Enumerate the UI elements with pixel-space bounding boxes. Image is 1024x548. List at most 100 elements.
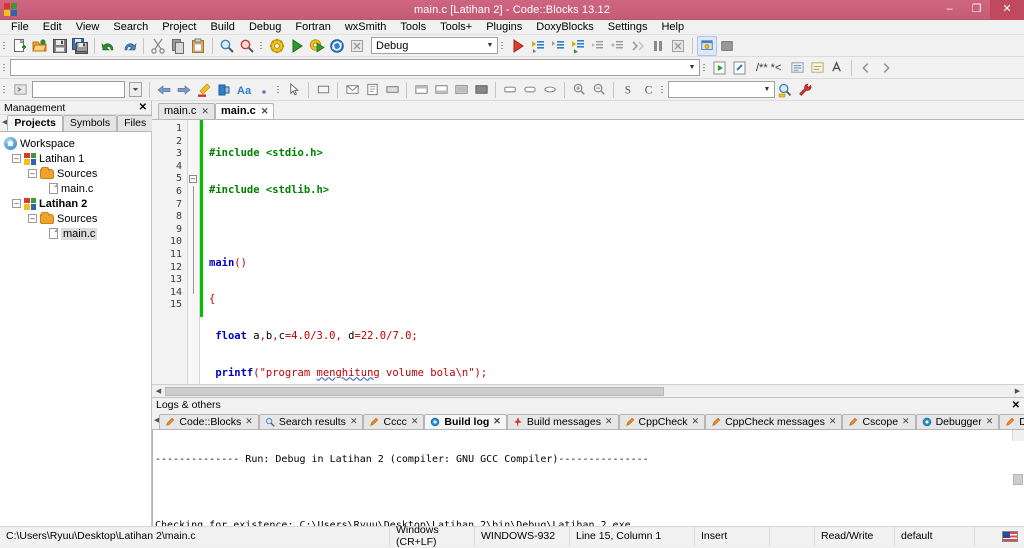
wxsmith-box1-button[interactable]: [382, 80, 402, 100]
scroll-thumb[interactable]: [165, 386, 665, 396]
close-icon[interactable]: ✕: [986, 416, 994, 427]
menu-settings[interactable]: Settings: [601, 20, 655, 35]
log-tab-search-results[interactable]: Search results ✕: [258, 414, 364, 429]
log-tab-cccc[interactable]: Cccc ✕: [363, 414, 425, 429]
project-tree[interactable]: Workspace – Latihan 1 – Sources main.c –: [0, 131, 151, 526]
paste-button[interactable]: [188, 36, 208, 56]
tree-node-project-2[interactable]: – Latihan 2: [4, 196, 151, 211]
menu-search[interactable]: Search: [106, 20, 155, 35]
wxsmith-frame-button[interactable]: [362, 80, 382, 100]
log-tab-codeblocks[interactable]: Code::Blocks ✕: [159, 414, 259, 429]
open-file-button[interactable]: [30, 36, 50, 56]
menu-view[interactable]: View: [69, 20, 107, 35]
close-icon[interactable]: ✕: [902, 416, 910, 427]
build-and-run-button[interactable]: [307, 36, 327, 56]
editor-content[interactable]: 1 2 3 4 5 6 7 8 9 10 11 12 13 14 15 – #i…: [152, 120, 1024, 384]
menu-tools-plus[interactable]: Tools+: [433, 20, 479, 35]
collapse-icon[interactable]: –: [12, 199, 21, 208]
tree-node-sources-1[interactable]: – Sources: [4, 166, 151, 181]
log-tab-cppcheck[interactable]: CppCheck ✕: [618, 414, 706, 429]
close-icon[interactable]: ✕: [1012, 400, 1020, 411]
shape-round-button[interactable]: [520, 80, 540, 100]
toolbar-grip-6[interactable]: [2, 81, 8, 98]
tab-symbols[interactable]: Symbols: [62, 115, 118, 131]
close-icon[interactable]: ✕: [692, 416, 700, 427]
toolbar-grip[interactable]: [2, 37, 8, 54]
doxy-block-comment-button[interactable]: [787, 58, 807, 78]
rebuild-button[interactable]: [327, 36, 347, 56]
doxy-prev-button[interactable]: [856, 58, 876, 78]
close-icon[interactable]: ✕: [245, 416, 253, 427]
doxy-line-comment-button[interactable]: [807, 58, 827, 78]
abort-build-button[interactable]: [347, 36, 367, 56]
debug-continue-button[interactable]: [508, 36, 528, 56]
tree-node-workspace[interactable]: Workspace: [4, 136, 151, 151]
editor-tab-2[interactable]: main.c ✕: [214, 103, 275, 119]
log-tab-cppcheck-messages[interactable]: CppCheck messages ✕: [705, 414, 843, 429]
zoom-out-button[interactable]: [589, 80, 609, 100]
log-tab-cscope[interactable]: Cscope ✕: [842, 414, 916, 429]
run-button[interactable]: [287, 36, 307, 56]
scroll-track[interactable]: [165, 385, 1011, 397]
menu-tools[interactable]: Tools: [393, 20, 433, 35]
search-input[interactable]: [32, 81, 125, 98]
toolbar-grip-7[interactable]: [276, 81, 282, 98]
close-icon[interactable]: ✕: [829, 416, 837, 427]
toolbar-grip-2[interactable]: [259, 37, 265, 54]
cscope-search-button[interactable]: [775, 80, 795, 100]
step-out-button[interactable]: [588, 36, 608, 56]
menu-project[interactable]: Project: [155, 20, 203, 35]
misc-dot-button[interactable]: [254, 80, 274, 100]
doxy-format-button[interactable]: [827, 58, 847, 78]
tab-projects[interactable]: Projects: [7, 115, 63, 131]
wxsmith-dialog-button[interactable]: [342, 80, 362, 100]
layout-box-b-button[interactable]: [431, 80, 451, 100]
doxyblocks-extract-button[interactable]: [710, 58, 730, 78]
editor-tab-1[interactable]: main.c ✕: [158, 103, 215, 119]
close-button[interactable]: ✕: [990, 0, 1024, 20]
scroll-left-icon[interactable]: ◀: [152, 387, 165, 395]
step-instruction-button[interactable]: [628, 36, 648, 56]
build-target-combo[interactable]: Debug ▼: [371, 37, 498, 54]
menu-help[interactable]: Help: [654, 20, 691, 35]
cscope-s-button[interactable]: S: [618, 80, 638, 100]
nav-forward-button[interactable]: [174, 80, 194, 100]
close-icon[interactable]: ✕: [411, 416, 419, 427]
close-icon[interactable]: ✕: [139, 102, 147, 113]
toolbar-grip-8[interactable]: [660, 81, 666, 98]
minimize-button[interactable]: –: [936, 0, 963, 20]
log-tab-debugger[interactable]: Debugger ✕: [915, 414, 1000, 429]
menu-file[interactable]: File: [4, 20, 36, 35]
tree-node-project-1[interactable]: – Latihan 1: [4, 151, 151, 166]
various-info-button[interactable]: [717, 36, 737, 56]
log-tab-doxyblocks[interactable]: DoxyB: [999, 414, 1024, 429]
toolbar-grip-4[interactable]: [2, 59, 8, 76]
find-button[interactable]: [217, 36, 237, 56]
save-all-button[interactable]: [70, 36, 90, 56]
zoom-in-button[interactable]: [569, 80, 589, 100]
menu-wxsmith[interactable]: wxSmith: [338, 20, 394, 35]
collapse-icon[interactable]: –: [28, 214, 37, 223]
close-icon[interactable]: ✕: [493, 416, 501, 427]
menu-plugins[interactable]: Plugins: [479, 20, 529, 35]
doxy-next-button[interactable]: [876, 58, 896, 78]
symbol-scope-combo[interactable]: ▼: [10, 59, 700, 76]
menu-fortran[interactable]: Fortran: [288, 20, 337, 35]
build-log-output[interactable]: -------------- Run: Debug in Latihan 2 (…: [152, 429, 1024, 526]
stop-debugger-button[interactable]: [668, 36, 688, 56]
editor-horizontal-scrollbar[interactable]: ◀ ▶: [152, 384, 1024, 397]
wxsmith-pointer-button[interactable]: [284, 80, 304, 100]
fold-toggle-icon[interactable]: –: [189, 175, 197, 184]
toolbar-grip-3[interactable]: [500, 37, 506, 54]
menu-edit[interactable]: Edit: [36, 20, 69, 35]
layout-box-c-button[interactable]: [451, 80, 471, 100]
close-icon[interactable]: ✕: [605, 416, 613, 427]
tree-node-file-2[interactable]: main.c: [4, 226, 151, 241]
tree-node-file-1[interactable]: main.c: [4, 181, 151, 196]
selected-text-button[interactable]: Aa: [234, 80, 254, 100]
menu-doxyblocks[interactable]: DoxyBlocks: [529, 20, 600, 35]
copy-button[interactable]: [168, 36, 188, 56]
undo-button[interactable]: [99, 36, 119, 56]
run-to-cursor-button[interactable]: [528, 36, 548, 56]
close-icon[interactable]: ✕: [201, 106, 209, 117]
